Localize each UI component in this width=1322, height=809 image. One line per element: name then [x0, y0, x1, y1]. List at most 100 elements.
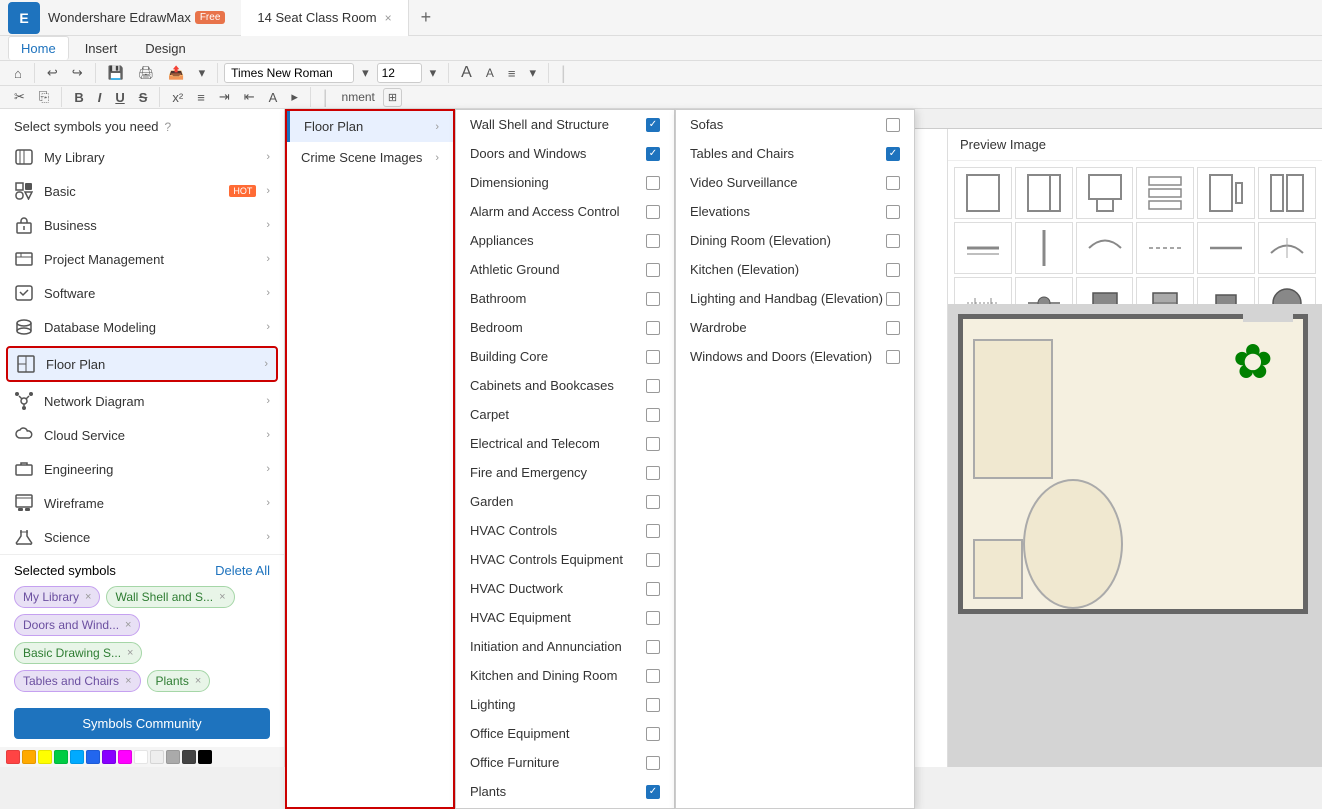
cat-doors-windows[interactable]: Doors and Windows: [456, 139, 674, 168]
sidebar-item-network[interactable]: Network Diagram ›: [0, 384, 284, 418]
cat-office-equip[interactable]: Office Equipment: [456, 719, 674, 748]
checkbox-lighting[interactable]: [646, 698, 660, 712]
checkbox-elevations[interactable]: [886, 205, 900, 219]
export-btn[interactable]: 📤: [162, 62, 190, 84]
tag-close-basic-drawing[interactable]: ×: [127, 647, 133, 659]
italic-btn[interactable]: I: [92, 87, 108, 108]
cat-kitchen-dining[interactable]: Kitchen and Dining Room: [456, 661, 674, 690]
subscript-btn[interactable]: x²: [166, 87, 189, 108]
sidebar-item-software[interactable]: Software ›: [0, 276, 284, 310]
cat-building-core[interactable]: Building Core: [456, 342, 674, 371]
color-pink[interactable]: [118, 750, 132, 764]
toolbar-more[interactable]: ▾: [523, 62, 542, 84]
font-size-input[interactable]: [377, 63, 422, 83]
highlight-btn[interactable]: ▸: [285, 86, 304, 108]
tab-insert[interactable]: Insert: [73, 37, 130, 60]
cat-tables-chairs[interactable]: Tables and Chairs: [676, 139, 914, 168]
cat-bathroom[interactable]: Bathroom: [456, 284, 674, 313]
tag-tables-chairs[interactable]: Tables and Chairs ×: [14, 670, 141, 692]
color-red[interactable]: [6, 750, 20, 764]
checkbox-hvac-controls[interactable]: [646, 524, 660, 538]
tag-plants[interactable]: Plants ×: [147, 670, 211, 692]
cat-plants[interactable]: Plants: [456, 777, 674, 806]
checkbox-hvac-equip-cat[interactable]: [646, 553, 660, 567]
checkbox-alarm[interactable]: [646, 205, 660, 219]
cat-elevations[interactable]: Elevations: [676, 197, 914, 226]
cat-video-surveillance[interactable]: Video Surveillance: [676, 168, 914, 197]
checkbox-plants[interactable]: [646, 785, 660, 799]
cat-kitchen-elevation[interactable]: Kitchen (Elevation): [676, 255, 914, 284]
checkbox-wall-shell[interactable]: [646, 118, 660, 132]
cat-fire[interactable]: Fire and Emergency: [456, 458, 674, 487]
checkbox-bedroom[interactable]: [646, 321, 660, 335]
color-cyan[interactable]: [70, 750, 84, 764]
list-btn[interactable]: ≡: [191, 87, 211, 108]
cat-lighting[interactable]: Lighting: [456, 690, 674, 719]
font-dropdown[interactable]: ▾: [356, 62, 375, 84]
tag-my-library[interactable]: My Library ×: [14, 586, 100, 608]
sidebar-item-basic[interactable]: Basic HOT ›: [0, 174, 284, 208]
cat-hvac-ductwork[interactable]: HVAC Ductwork: [456, 574, 674, 603]
preview-sym-5[interactable]: [1197, 167, 1255, 219]
cut-btn[interactable]: ✂: [8, 86, 31, 108]
color-blue[interactable]: [86, 750, 100, 764]
sidebar-item-project-management[interactable]: Project Management ›: [0, 242, 284, 276]
community-button[interactable]: Symbols Community: [14, 708, 270, 739]
preview-sym-8[interactable]: [1015, 222, 1073, 274]
checkbox-office-furniture[interactable]: [646, 756, 660, 770]
tag-doors-windows[interactable]: Doors and Wind... ×: [14, 614, 140, 636]
preview-sym-4[interactable]: [1136, 167, 1194, 219]
cat-windows-doors-elev[interactable]: Windows and Doors (Elevation): [676, 342, 914, 371]
preview-sym-9[interactable]: [1076, 222, 1134, 274]
preview-sym-6[interactable]: [1258, 167, 1316, 219]
checkbox-wardrobe[interactable]: [886, 321, 900, 335]
cat-cabinets[interactable]: Cabinets and Bookcases: [456, 371, 674, 400]
undo-btn[interactable]: ↩: [41, 62, 64, 84]
checkbox-windows-doors-elev[interactable]: [886, 350, 900, 364]
color-yellow[interactable]: [38, 750, 52, 764]
color-light-gray[interactable]: [150, 750, 164, 764]
cat-bedroom[interactable]: Bedroom: [456, 313, 674, 342]
delete-all-button[interactable]: Delete All: [215, 563, 270, 578]
ruler-toggle[interactable]: ⊞: [383, 88, 402, 107]
cat-sofas[interactable]: Sofas: [676, 110, 914, 139]
cat-lighting-handbag[interactable]: Lighting and Handbag (Elevation): [676, 284, 914, 313]
checkbox-tables-chairs[interactable]: [886, 147, 900, 161]
cat-dimensioning[interactable]: Dimensioning: [456, 168, 674, 197]
checkbox-office-equip[interactable]: [646, 727, 660, 741]
help-icon[interactable]: ?: [165, 120, 172, 134]
tag-wall-shell[interactable]: Wall Shell and S... ×: [106, 586, 234, 608]
preview-sym-7[interactable]: [954, 222, 1012, 274]
cat-hvac-equip[interactable]: HVAC Equipment: [456, 603, 674, 632]
font-input[interactable]: [224, 63, 354, 83]
font-decrease-btn[interactable]: A: [480, 63, 500, 83]
strike-btn[interactable]: S: [133, 87, 154, 108]
sidebar-item-wireframe[interactable]: Wireframe ›: [0, 486, 284, 520]
sidebar-item-business[interactable]: Business ›: [0, 208, 284, 242]
cat-hvac-controls[interactable]: HVAC Controls: [456, 516, 674, 545]
tag-close-doors-windows[interactable]: ×: [125, 619, 131, 631]
sidebar-item-floor-plan[interactable]: Floor Plan ›: [6, 346, 278, 382]
checkbox-hvac-equip[interactable]: [646, 611, 660, 625]
print-btn[interactable]: 🖨: [132, 62, 161, 84]
sidebar-item-science[interactable]: Science ›: [0, 520, 284, 554]
tab-close-icon[interactable]: ×: [385, 11, 392, 25]
preview-sym-10[interactable]: [1136, 222, 1194, 274]
tag-close-tables-chairs[interactable]: ×: [125, 675, 131, 687]
fp-submenu-floor-plan[interactable]: Floor Plan ›: [287, 111, 453, 142]
checkbox-sofas[interactable]: [886, 118, 900, 132]
checkbox-hvac-ductwork[interactable]: [646, 582, 660, 596]
color-green[interactable]: [54, 750, 68, 764]
cat-carpet[interactable]: Carpet: [456, 400, 674, 429]
checkbox-garden[interactable]: [646, 495, 660, 509]
fp-submenu-crime-scene[interactable]: Crime Scene Images ›: [287, 142, 453, 173]
tab-design[interactable]: Design: [133, 37, 197, 60]
color-gray[interactable]: [166, 750, 180, 764]
redo-btn[interactable]: ↪: [66, 62, 89, 84]
checkbox-kitchen-dining[interactable]: [646, 669, 660, 683]
sidebar-item-database[interactable]: Database Modeling ›: [0, 310, 284, 344]
preview-sym-12[interactable]: [1258, 222, 1316, 274]
home-btn[interactable]: ⌂: [8, 63, 28, 84]
cat-dining-elevation[interactable]: Dining Room (Elevation): [676, 226, 914, 255]
cat-garden[interactable]: Garden: [456, 487, 674, 516]
